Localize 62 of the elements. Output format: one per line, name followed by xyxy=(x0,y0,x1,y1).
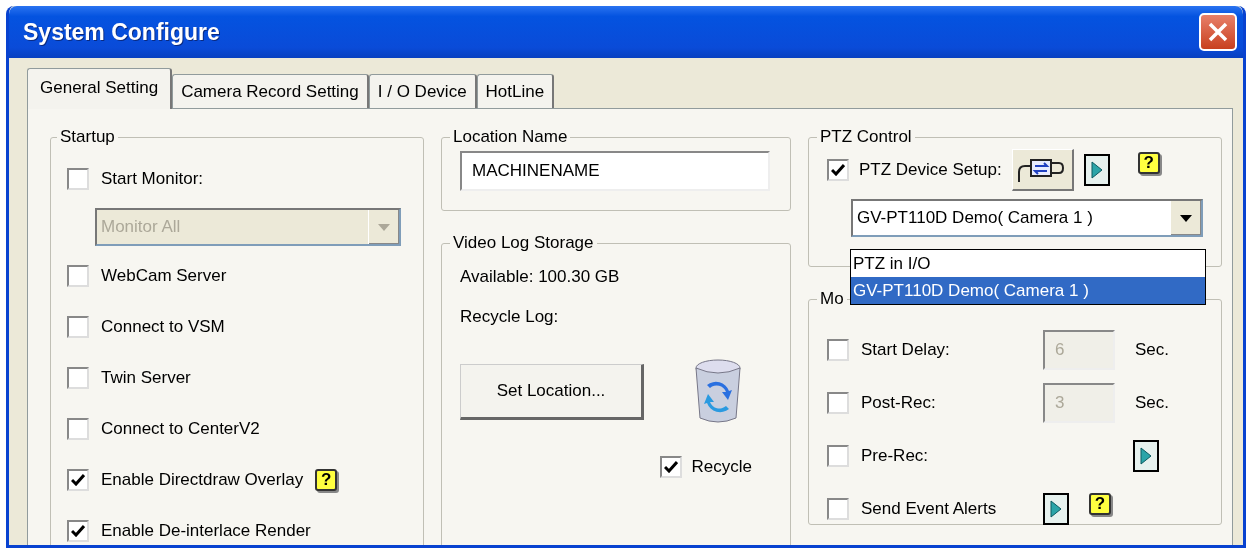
checkbox[interactable] xyxy=(67,417,89,440)
checkbox[interactable] xyxy=(67,519,89,542)
play-button[interactable] xyxy=(1083,154,1110,186)
checkbox[interactable] xyxy=(67,468,89,491)
location-field[interactable]: MACHINENAME xyxy=(460,151,770,191)
checkbox-label: WebCam Server xyxy=(101,265,227,286)
checkbox-label: Connect to VSM xyxy=(101,316,225,337)
checkbox-label: Start Delay: xyxy=(861,339,951,360)
dropdown-option[interactable]: GV-PT110D Demo( Camera 1 ) xyxy=(851,277,1205,304)
set-location-button[interactable]: Set Location... xyxy=(460,364,644,420)
checkbox-label: Enable Directdraw Overlay xyxy=(101,469,304,490)
check-mark-icon xyxy=(71,524,85,537)
checkbox-label: Pre-Rec: xyxy=(861,445,930,466)
check-mark-icon xyxy=(663,461,678,473)
tab[interactable]: HotLine xyxy=(476,74,555,108)
check-mark-icon xyxy=(71,473,85,486)
group-title: Video Log Storage xyxy=(452,233,595,253)
dropdown-button[interactable] xyxy=(1170,201,1201,235)
caret-icon xyxy=(1180,214,1192,222)
recycle-log-label: Recycle Log: xyxy=(460,307,559,327)
tab[interactable]: Camera Record Setting xyxy=(172,74,369,108)
window-title: System Configure xyxy=(23,18,220,46)
checkbox-label: Start Monitor: xyxy=(101,168,204,189)
device-setup-button[interactable] xyxy=(1011,149,1074,191)
checkbox-label: Connect to CenterV2 xyxy=(101,418,260,439)
play-icon xyxy=(1049,498,1063,519)
caret-icon xyxy=(378,223,390,231)
available-space: Available: 100.30 GB xyxy=(460,267,620,287)
play-icon xyxy=(1089,160,1104,180)
help-button[interactable]: ? xyxy=(1137,152,1160,174)
checkbox-label: Twin Server xyxy=(101,367,191,388)
checkbox[interactable] xyxy=(827,159,849,181)
recycle-bin-icon xyxy=(692,358,744,426)
close-button[interactable] xyxy=(1199,13,1237,51)
play-button[interactable] xyxy=(1043,492,1069,525)
checkbox-label: Send Event Alerts xyxy=(861,498,998,519)
group-title: Location Name xyxy=(452,127,569,147)
checkbox-label: Recycle xyxy=(691,457,752,477)
unit-label: Sec. xyxy=(1135,392,1170,413)
unit-label: Sec. xyxy=(1135,339,1170,360)
play-icon xyxy=(1139,445,1153,466)
checkbox-label: Enable De-interlace Render xyxy=(101,520,311,541)
checkbox[interactable] xyxy=(67,167,89,190)
checkbox[interactable] xyxy=(67,264,89,287)
help-button[interactable]: ? xyxy=(1089,492,1111,515)
group-title: Startup xyxy=(59,127,116,147)
checkbox-label: Post-Rec: xyxy=(861,392,937,413)
checkbox[interactable] xyxy=(827,444,849,467)
play-button[interactable] xyxy=(1133,439,1159,472)
tab[interactable]: I / O Device xyxy=(368,74,477,108)
checkbox[interactable] xyxy=(67,315,89,338)
tab[interactable]: General Setting xyxy=(27,68,173,109)
ptz-device-select[interactable]: GV-PT110D Demo( Camera 1 ) xyxy=(851,199,1203,237)
group-title: PTZ Control xyxy=(819,127,913,147)
checkbox[interactable] xyxy=(827,497,849,520)
help-button[interactable]: ? xyxy=(315,468,338,491)
group-title: Mo xyxy=(819,289,845,309)
checkbox[interactable] xyxy=(67,366,89,389)
checkbox-label: PTZ Device Setup: xyxy=(859,160,1002,180)
close-icon xyxy=(1207,21,1229,43)
check-mark-icon xyxy=(831,164,845,176)
checkbox[interactable] xyxy=(659,456,682,478)
